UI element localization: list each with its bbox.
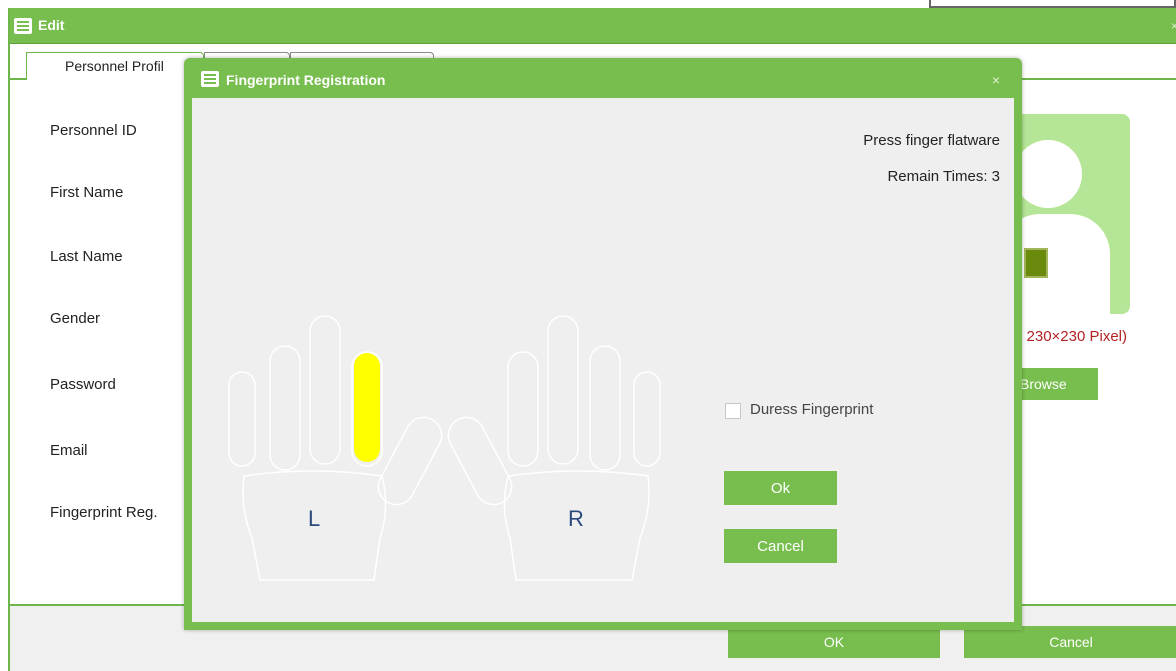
photo-avatar-head — [1014, 140, 1082, 208]
duress-fingerprint-checkbox[interactable] — [725, 403, 741, 419]
password-label: Password — [50, 376, 116, 393]
left-middle-finger[interactable] — [309, 315, 341, 465]
fingerprint-registration-dialog: Fingerprint Registration × Press finger … — [184, 58, 1022, 630]
tab-personnel-profile[interactable]: Personnel Profil — [26, 52, 204, 80]
fingerprint-cancel-button[interactable]: Cancel — [724, 529, 837, 563]
photo-size-note: e 230×230 Pixel) — [1014, 328, 1127, 345]
left-thumb[interactable] — [372, 411, 448, 511]
left-ring-finger[interactable] — [269, 345, 301, 471]
photo-badge-icon — [1024, 248, 1048, 278]
tab-personnel-profile-label: Personnel Profil — [65, 58, 164, 74]
left-pinky-finger[interactable] — [228, 371, 256, 467]
fingerprint-dialog-icon — [201, 71, 219, 87]
hands-diagram: L R — [228, 315, 661, 581]
fingerprint-ok-button[interactable]: Ok — [724, 471, 837, 505]
first-name-label: First Name — [50, 184, 124, 201]
personnel-photo-placeholder — [1010, 114, 1130, 314]
background-window-frame — [929, 0, 1176, 8]
right-hand-label: R — [568, 506, 584, 531]
fingerprint-dialog-titlebar: Fingerprint Registration × — [184, 58, 1022, 98]
ok-button[interactable]: OK — [728, 626, 940, 658]
cancel-button[interactable]: Cancel — [964, 626, 1176, 658]
email-label: Email — [50, 442, 88, 459]
edit-window-title: Edit — [38, 17, 65, 33]
left-index-finger-selected[interactable] — [354, 353, 380, 462]
fingerprint-reg-label: Fingerprint Reg. — [50, 504, 158, 521]
personnel-id-label: Personnel ID — [50, 122, 137, 139]
fingerprint-dialog-content: Press finger flatware Remain Times: 3 L … — [192, 98, 1014, 622]
right-index-finger[interactable] — [507, 351, 539, 467]
left-hand-label: L — [308, 506, 320, 531]
browse-button[interactable]: Browse — [1016, 368, 1098, 400]
right-middle-finger[interactable] — [547, 315, 579, 465]
fingerprint-dialog-close-icon[interactable]: × — [992, 72, 1000, 88]
fingerprint-dialog-title: Fingerprint Registration — [226, 72, 386, 88]
right-pinky-finger[interactable] — [633, 371, 661, 467]
gender-label: Gender — [50, 310, 101, 327]
edit-titlebar: Edit × — [10, 8, 1176, 44]
last-name-label: Last Name — [50, 248, 123, 265]
right-thumb[interactable] — [442, 411, 518, 511]
right-ring-finger[interactable] — [589, 345, 621, 471]
edit-close-icon[interactable]: × — [1171, 19, 1176, 33]
duress-fingerprint-label: Duress Fingerprint — [750, 401, 874, 418]
edit-window-icon — [14, 18, 32, 34]
